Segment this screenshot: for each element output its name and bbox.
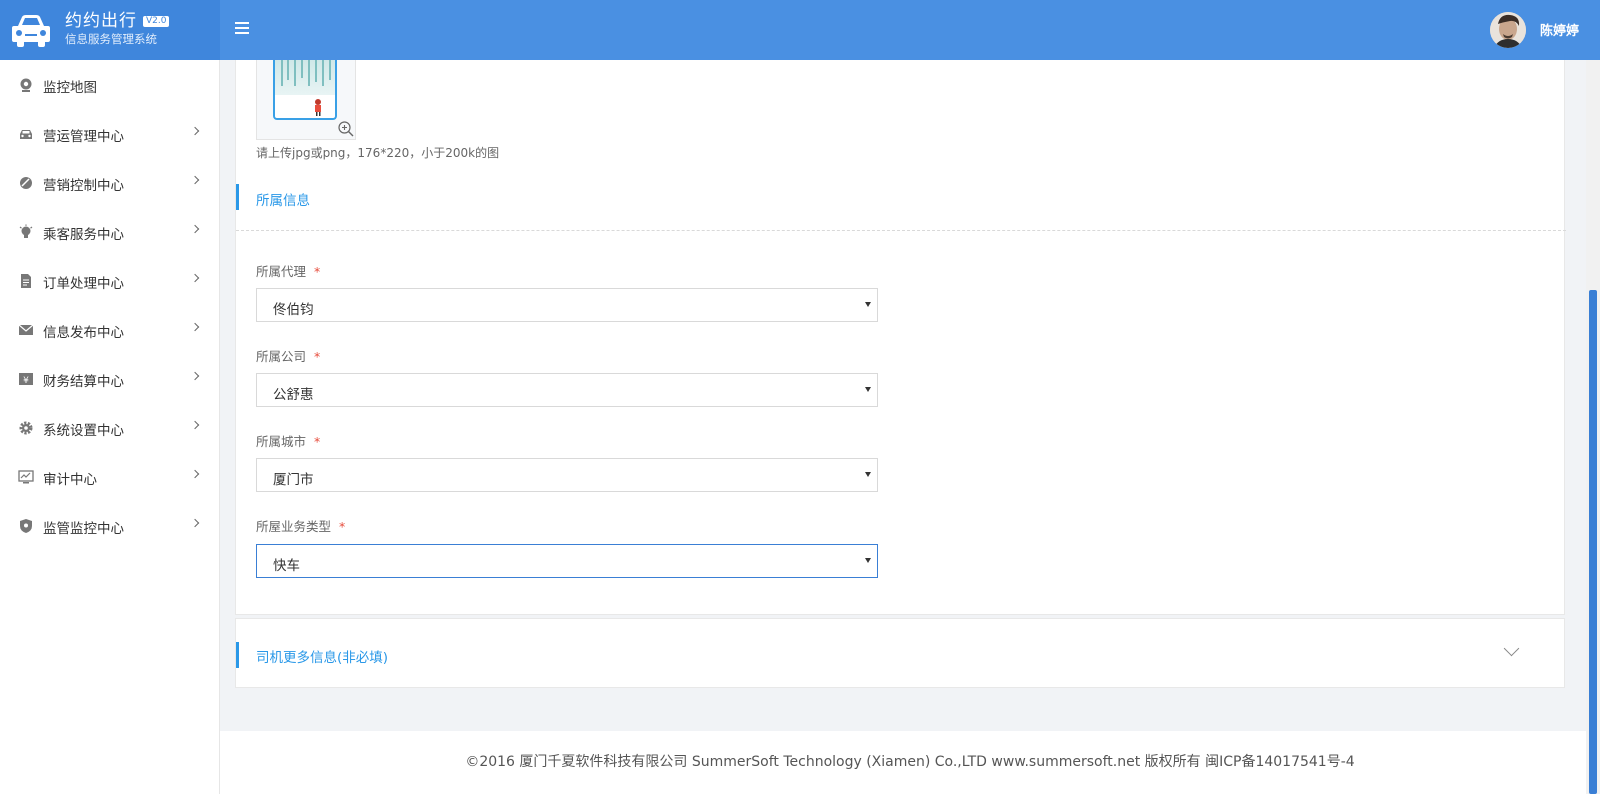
sidebar-item-passenger[interactable]: 乘客服务中心	[0, 207, 220, 256]
app-title: 约约出行 V2.0	[65, 11, 170, 31]
field-label-business-type: 所屋业务类型 *	[256, 519, 346, 534]
page-scrollbar[interactable]	[1586, 60, 1600, 794]
required-mark: *	[314, 349, 321, 364]
menu-toggle-icon[interactable]	[235, 22, 249, 36]
chart-monitor-icon	[18, 470, 34, 484]
footer: ©2016 厦门千夏软件科技有限公司 SummerSoft Technology…	[220, 731, 1600, 794]
gear-icon	[19, 421, 33, 435]
sidebar-item-settings[interactable]: 系统设置中心	[0, 403, 220, 452]
uploaded-photo	[273, 60, 337, 120]
sidebar-item-label: 营销控制中心	[43, 178, 124, 194]
field-label-agent: 所属代理 *	[256, 264, 321, 279]
chevron-right-icon	[190, 126, 200, 136]
version-badge: V2.0	[143, 16, 170, 27]
sidebar-item-operations[interactable]: 营运管理中心	[0, 109, 220, 158]
finance-icon: ¥	[19, 373, 33, 386]
chevron-right-icon	[190, 518, 200, 528]
chevron-right-icon	[190, 420, 200, 430]
more-info-title[interactable]: 司机更多信息(非必填)	[256, 646, 388, 666]
app-subtitle: 信息服务管理系统	[65, 32, 157, 46]
sidebar-item-label: 审计中心	[43, 472, 97, 488]
sidebar-item-label: 乘客服务中心	[43, 227, 124, 243]
sidebar-item-label: 监控地图	[43, 80, 97, 96]
car-icon	[20, 130, 32, 139]
figure-icon	[315, 99, 321, 116]
sidebar-item-label: 系统设置中心	[43, 423, 124, 439]
sidebar-item-supervision[interactable]: 监管监控中心	[0, 501, 220, 550]
divider	[236, 230, 1566, 231]
section-marker	[236, 642, 239, 668]
zoom-in-icon[interactable]	[337, 120, 355, 138]
chevron-right-icon	[190, 273, 200, 283]
sidebar-item-orders[interactable]: 订单处理中心	[0, 256, 220, 305]
chevron-right-icon	[190, 469, 200, 479]
company-select-value: 公舒惠	[273, 387, 314, 403]
scrollbar-thumb[interactable]	[1589, 290, 1597, 794]
city-select[interactable]: 厦门市	[256, 458, 878, 492]
caret-down-icon	[865, 558, 871, 563]
field-label-city: 所属城市 *	[256, 434, 321, 449]
sidebar-item-audit[interactable]: 审计中心	[0, 452, 220, 501]
caret-down-icon	[865, 472, 871, 477]
sidebar: 监控地图 营运管理中心 营销控制中心 乘客服务中心 订单处理中心 信息发布中心 …	[0, 60, 220, 794]
shield-icon	[20, 519, 32, 533]
sidebar-item-marketing[interactable]: 营销控制中心	[0, 158, 220, 207]
section-marker	[236, 184, 239, 210]
required-mark: *	[314, 264, 321, 279]
avatar-photo-icon	[1490, 12, 1526, 48]
sidebar-item-label: 监管监控中心	[43, 521, 124, 537]
monitor-map-icon	[20, 78, 32, 92]
sidebar-item-finance[interactable]: ¥ 财务结算中心	[0, 354, 220, 403]
city-select-value: 厦门市	[273, 472, 314, 488]
company-select[interactable]: 公舒惠	[256, 373, 878, 407]
required-mark: *	[314, 434, 321, 449]
chevron-down-icon[interactable]	[1503, 640, 1520, 657]
upload-hint: 请上传jpg或png，176*220，小于200k的图	[256, 146, 500, 160]
caret-down-icon	[865, 387, 871, 392]
sidebar-item-label: 订单处理中心	[43, 276, 124, 292]
chevron-right-icon	[190, 322, 200, 332]
document-icon	[21, 274, 31, 288]
sidebar-item-label: 财务结算中心	[43, 374, 124, 390]
envelope-icon	[18, 324, 34, 335]
lightbulb-icon	[19, 224, 33, 238]
business-type-select[interactable]: 快车	[256, 544, 878, 578]
user-avatar[interactable]	[1490, 12, 1526, 48]
sidebar-item-label: 营运管理中心	[43, 129, 124, 145]
caret-down-icon	[865, 302, 871, 307]
sidebar-item-monitor-map[interactable]: 监控地图	[0, 60, 220, 109]
section-title-affiliation: 所属信息	[256, 193, 310, 209]
business-type-select-value: 快车	[273, 558, 300, 574]
car-logo-icon	[12, 15, 50, 47]
form-panel: 请上传jpg或png，176*220，小于200k的图 所属信息 所属代理 * 佟…	[235, 60, 1566, 615]
agent-select-value: 佟伯钧	[273, 302, 314, 318]
chevron-right-icon	[190, 371, 200, 381]
more-info-panel[interactable]: 司机更多信息(非必填)	[235, 618, 1565, 688]
sidebar-item-publish[interactable]: 信息发布中心	[0, 305, 220, 354]
svg-text:¥: ¥	[23, 376, 29, 386]
copyright-text: ©2016 厦门千夏软件科技有限公司 SummerSoft Technology…	[465, 754, 1355, 770]
field-label-company: 所属公司 *	[256, 349, 321, 364]
photo-preview[interactable]	[256, 60, 356, 140]
agent-select[interactable]: 佟伯钧	[256, 288, 878, 322]
sidebar-item-label: 信息发布中心	[43, 325, 124, 341]
tag-icon	[20, 177, 32, 189]
top-bar: 约约出行 V2.0 信息服务管理系统 陈婷婷	[0, 0, 1600, 60]
main-content: 请上传jpg或png，176*220，小于200k的图 所属信息 所属代理 * 佟…	[220, 60, 1600, 794]
brand[interactable]: 约约出行 V2.0 信息服务管理系统	[0, 0, 220, 60]
required-mark: *	[339, 519, 346, 534]
chevron-right-icon	[190, 175, 200, 185]
chevron-right-icon	[190, 224, 200, 234]
user-name[interactable]: 陈婷婷	[1540, 20, 1579, 39]
